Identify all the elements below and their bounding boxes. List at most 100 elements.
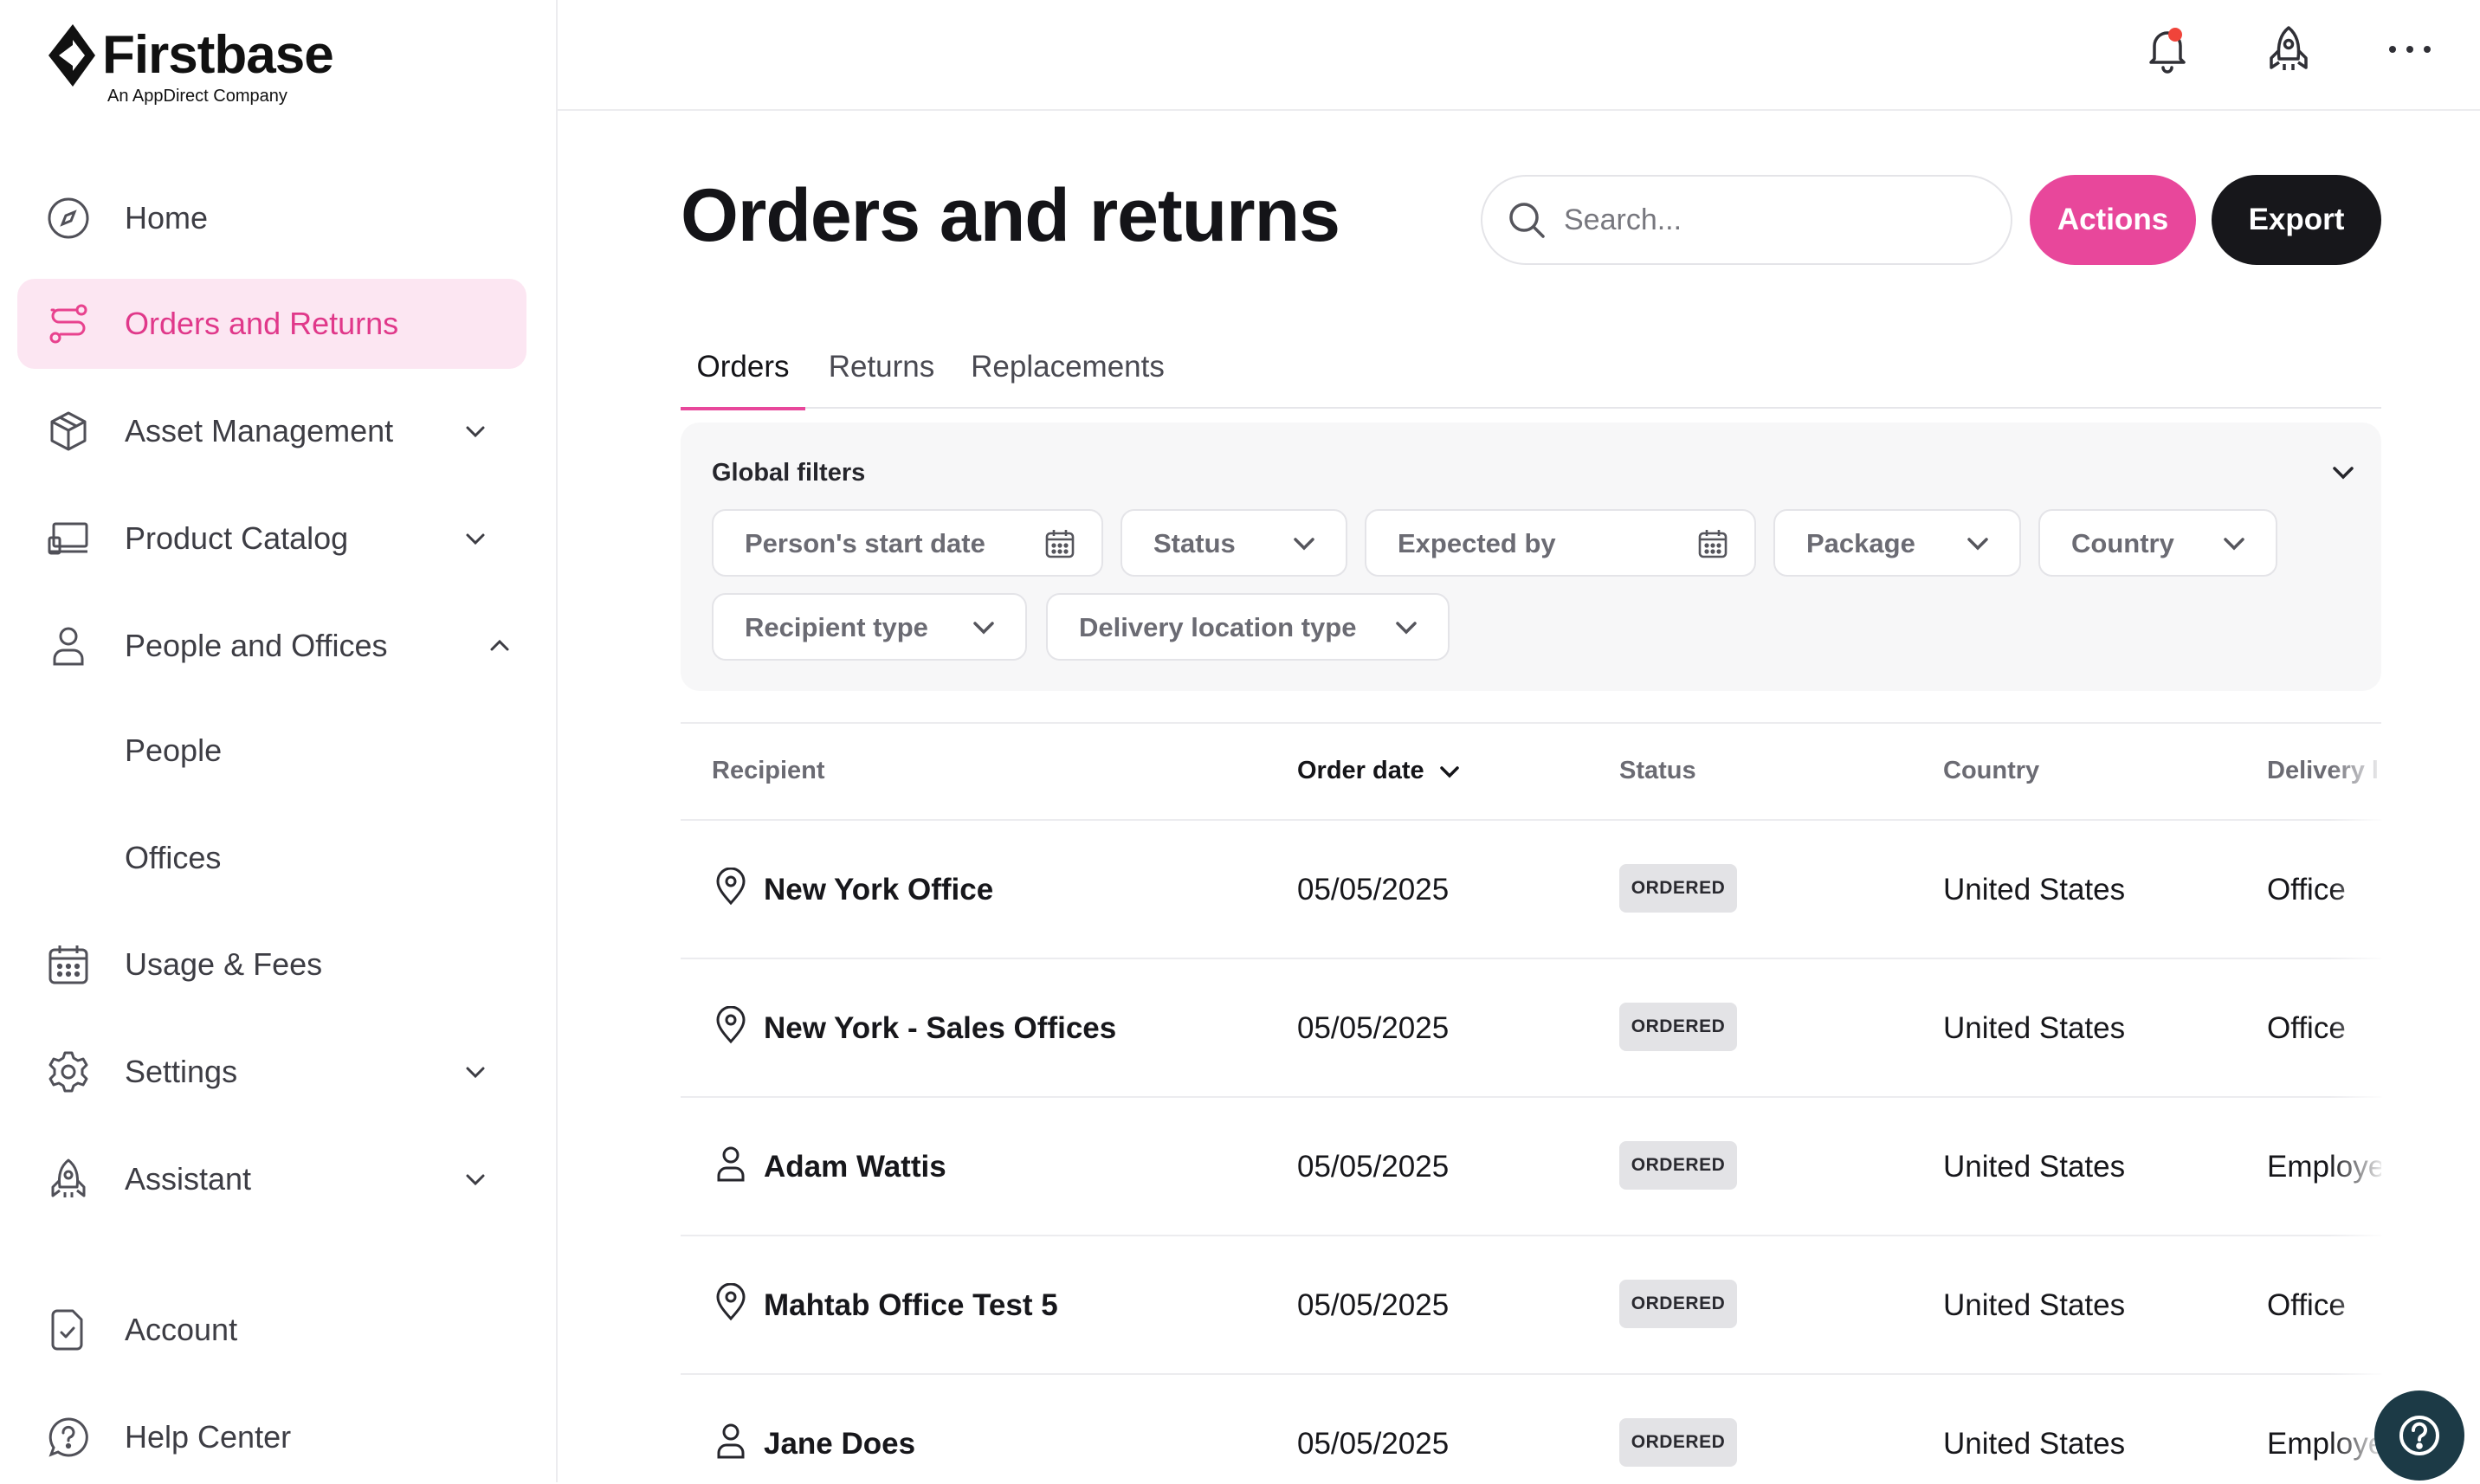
cell-recipient: Mahtab Office Test 5	[764, 1288, 1058, 1322]
chevron-down-icon	[466, 426, 485, 438]
calendar-icon	[1698, 530, 1728, 558]
sidebar-item-assistant[interactable]: Assistant	[17, 1134, 526, 1224]
location-pin-icon	[716, 868, 746, 906]
chevron-up-icon	[490, 639, 509, 651]
filter-label: Country	[2071, 528, 2174, 558]
search-box[interactable]	[1481, 175, 2012, 265]
table-row[interactable]: New York Office 05/05/2025 ORDERED Unite…	[681, 819, 2381, 959]
tab-bar: Orders Returns Replacements	[681, 345, 2381, 410]
bell-icon[interactable]	[2142, 24, 2193, 74]
status-badge: ORDERED	[1619, 1280, 1737, 1328]
global-filters-panel: Global filters Person's start date Statu…	[681, 423, 2381, 691]
cell-delivery-location: Office	[2267, 873, 2346, 907]
column-header-status[interactable]: Status	[1619, 757, 1696, 785]
chevron-down-icon	[466, 1067, 485, 1079]
cell-country: United States	[1943, 1288, 2126, 1322]
chevron-down-icon	[2224, 538, 2244, 551]
actions-button[interactable]: Actions	[2030, 175, 2196, 265]
cell-country: United States	[1943, 873, 2126, 907]
status-badge: ORDERED	[1619, 864, 1737, 913]
sidebar-subitem-people[interactable]: People	[125, 732, 222, 769]
table-header: Recipient Order date Status Country Deli…	[681, 724, 2381, 821]
question-icon	[2399, 1416, 2439, 1455]
filter-label: Person's start date	[745, 528, 985, 558]
cell-country: United States	[1943, 1427, 2126, 1461]
cell-recipient: New York Office	[764, 873, 994, 907]
column-header-order-date[interactable]: Order date	[1297, 757, 1463, 785]
person-icon	[53, 627, 84, 666]
sidebar-item-label: Product Catalog	[125, 520, 349, 556]
rocket-icon	[51, 1158, 86, 1197]
filter-label: Expected by	[1398, 528, 1556, 558]
status-badge: ORDERED	[1619, 1141, 1737, 1190]
status-badge: ORDERED	[1619, 1003, 1737, 1051]
sidebar-item-account[interactable]: Account	[17, 1285, 526, 1375]
gear-icon	[48, 1051, 88, 1093]
brand-tagline: An AppDirect Company	[107, 87, 287, 106]
sidebar-item-settings[interactable]: Settings	[17, 1027, 526, 1117]
sidebar-item-help-center[interactable]: Help Center	[17, 1392, 526, 1482]
sidebar-item-usage-and-fees[interactable]: Usage & Fees	[17, 919, 526, 1010]
tab-orders[interactable]: Orders	[681, 345, 805, 410]
chevron-down-icon	[466, 533, 485, 545]
filter-expected-by[interactable]: Expected by	[1365, 509, 1756, 577]
help-button[interactable]	[2374, 1390, 2464, 1481]
sidebar-item-people-and-offices[interactable]: People and Offices	[17, 601, 526, 691]
cell-delivery-location: Employe	[2267, 1427, 2381, 1461]
chevron-down-icon	[1396, 622, 1417, 635]
status-badge: ORDERED	[1619, 1418, 1737, 1467]
cell-order-date: 05/05/2025	[1297, 1011, 1450, 1045]
cell-order-date: 05/05/2025	[1297, 1150, 1450, 1184]
filter-status[interactable]: Status	[1121, 509, 1347, 577]
location-pin-icon	[716, 1006, 746, 1044]
sidebar-item-asset-management[interactable]: Asset Management	[17, 386, 526, 476]
export-button[interactable]: Export	[2212, 175, 2381, 265]
filters-title: Global filters	[712, 459, 866, 487]
sidebar-item-label: Help Center	[125, 1419, 292, 1455]
filter-package[interactable]: Package	[1773, 509, 2021, 577]
document-check-icon	[51, 1309, 83, 1351]
search-input[interactable]	[1562, 202, 1981, 238]
chevron-down-icon	[466, 1174, 485, 1186]
sidebar-item-orders-and-returns[interactable]: Orders and Returns	[17, 279, 526, 369]
firstbase-logo-icon	[48, 24, 95, 87]
tab-returns[interactable]: Returns	[819, 345, 944, 407]
column-header-delivery-location[interactable]: Delivery l	[2267, 757, 2379, 785]
chevron-down-icon	[973, 622, 994, 635]
chevron-down-icon	[1967, 538, 1988, 551]
orders-table: Recipient Order date Status Country Deli…	[681, 722, 2381, 1484]
chevron-down-icon	[1294, 538, 1314, 551]
brand-name: Firstbase	[102, 25, 334, 85]
sidebar-item-label: Account	[125, 1312, 238, 1347]
sidebar-item-label: Assistant	[125, 1161, 252, 1197]
column-header-recipient[interactable]: Recipient	[712, 757, 825, 785]
tab-replacements[interactable]: Replacements	[961, 345, 1174, 407]
cell-recipient: Jane Does	[764, 1427, 916, 1461]
filter-delivery-location-type[interactable]: Delivery location type	[1046, 593, 1450, 661]
person-icon	[717, 1423, 745, 1459]
logo[interactable]: Firstbase An AppDirect Company	[47, 23, 334, 106]
table-row[interactable]: New York - Sales Offices 05/05/2025 ORDE…	[681, 958, 2381, 1098]
table-row[interactable]: Jane Does 05/05/2025 ORDERED United Stat…	[681, 1373, 2381, 1484]
calendar-icon	[48, 945, 88, 984]
column-header-country[interactable]: Country	[1943, 757, 2039, 785]
filter-person-start-date[interactable]: Person's start date	[712, 509, 1103, 577]
page-title: Orders and returns	[681, 174, 1340, 257]
filter-country[interactable]: Country	[2038, 509, 2277, 577]
sidebar-item-home[interactable]: Home	[17, 173, 526, 263]
cell-delivery-location: Employe	[2267, 1150, 2381, 1184]
sidebar-item-label: Orders and Returns	[125, 306, 399, 341]
sidebar-item-label: People and Offices	[125, 628, 388, 663]
sidebar-subitem-offices[interactable]: Offices	[125, 840, 221, 876]
cell-country: United States	[1943, 1150, 2126, 1184]
table-row[interactable]: Mahtab Office Test 5 05/05/2025 ORDERED …	[681, 1235, 2381, 1375]
sidebar-item-product-catalog[interactable]: Product Catalog	[17, 494, 526, 584]
filter-label: Package	[1806, 528, 1915, 558]
sidebar-item-label: Settings	[125, 1054, 238, 1089]
filter-label: Recipient type	[745, 612, 928, 642]
more-icon[interactable]	[2385, 24, 2435, 74]
filter-recipient-type[interactable]: Recipient type	[712, 593, 1027, 661]
rocket-icon[interactable]	[2264, 24, 2314, 74]
table-row[interactable]: Adam Wattis 05/05/2025 ORDERED United St…	[681, 1096, 2381, 1236]
chevron-down-icon[interactable]	[2328, 457, 2359, 488]
